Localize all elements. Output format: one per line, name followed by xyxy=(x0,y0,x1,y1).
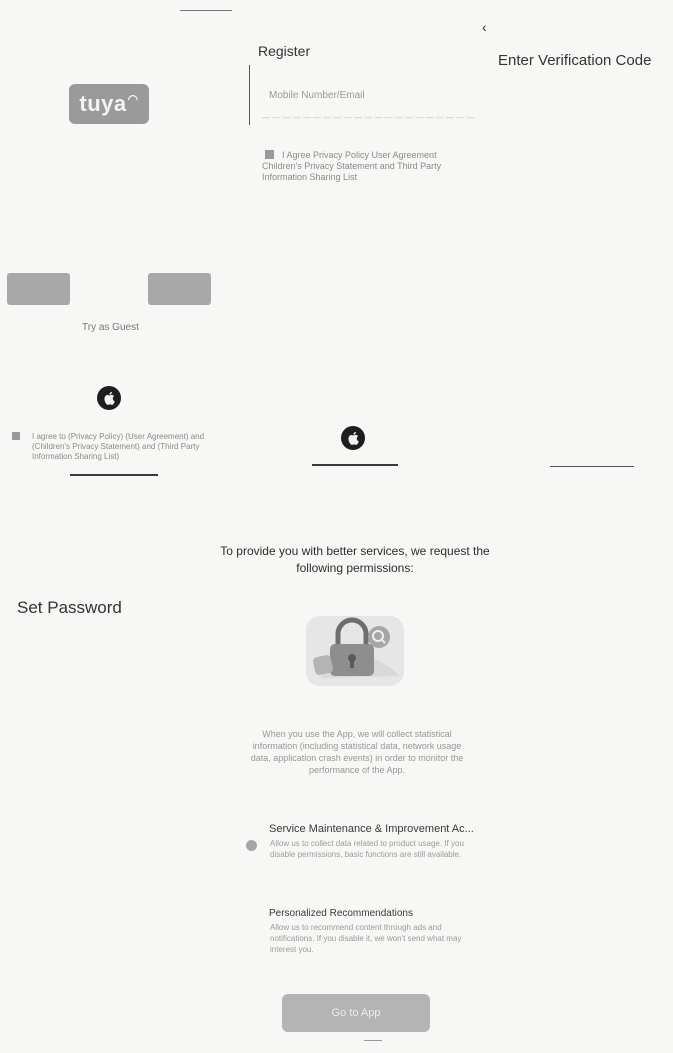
guest-agreement-text[interactable]: I agree to (Privacy Policy) (User Agreem… xyxy=(32,432,212,462)
go-to-app-button[interactable]: Go to App xyxy=(282,994,430,1032)
tuya-logo: tuya ◠ xyxy=(69,84,149,124)
personalized-recommendations-description: Allow us to recommend content through ad… xyxy=(270,923,462,954)
account-input[interactable]: Mobile Number/Email xyxy=(269,90,365,101)
text-cursor xyxy=(249,65,250,125)
wifi-icon: ◠ xyxy=(127,92,139,106)
try-as-guest-link[interactable]: Try as Guest xyxy=(82,322,139,333)
lock-illustration xyxy=(300,608,410,690)
service-maintenance-checkbox[interactable] xyxy=(246,840,257,851)
personalized-recommendations-title: Personalized Recommendations xyxy=(269,908,413,919)
register-title: Register xyxy=(258,43,311,59)
logo-text: tuya xyxy=(79,91,127,116)
divider xyxy=(550,466,634,467)
verification-title: Enter Verification Code xyxy=(498,52,652,69)
divider xyxy=(312,464,398,466)
apple-icon[interactable] xyxy=(341,426,365,450)
chevron-left-icon[interactable]: ‹ xyxy=(482,19,487,35)
left-gray-button[interactable] xyxy=(7,273,70,305)
service-maintenance-description: Allow us to collect data related to prod… xyxy=(270,839,464,859)
service-maintenance-title: Service Maintenance & Improvement Ac... xyxy=(269,823,474,835)
divider xyxy=(70,474,158,476)
right-gray-button[interactable] xyxy=(148,273,211,305)
permissions-description: When you use the App, we will collect st… xyxy=(250,729,464,775)
apple-icon[interactable] xyxy=(97,386,121,410)
set-password-title: Set Password xyxy=(17,598,122,617)
decorative-mark xyxy=(364,1040,382,1041)
permissions-title: To provide you with better services, we … xyxy=(220,544,490,575)
register-agreement-text[interactable]: I Agree Privacy Policy User Agreement Ch… xyxy=(262,150,462,183)
account-input-underline: — — — — — — — — — — — — — — — — — — — — … xyxy=(262,113,475,122)
decorative-dash xyxy=(180,10,232,11)
guest-agree-checkbox[interactable] xyxy=(12,432,20,440)
